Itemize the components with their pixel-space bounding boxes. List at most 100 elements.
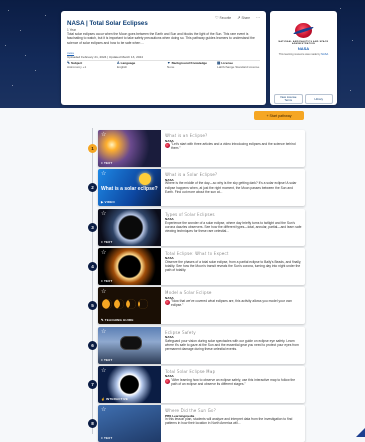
more-icon: ··· xyxy=(256,15,260,20)
step-title[interactable]: Model a Solar Eclipse xyxy=(165,290,212,295)
star-favorite-icon[interactable]: ☆ xyxy=(101,289,106,295)
eclipse-map-image: ☆ ☝ INTERACTIVE xyxy=(98,365,161,403)
meta-subject: ✎ Subject Astronomy +1 xyxy=(67,61,87,69)
pathway-description: Total solar eclipses occur when the Moon… xyxy=(67,32,255,45)
step-number-badge: 4 xyxy=(88,261,97,271)
pathway-step-card[interactable]: ☆ ≡ TEXT Total Eclipse: What to Expect NASA O… xyxy=(98,247,305,285)
content-type-label: ☝ INTERACTIVE xyxy=(101,397,128,401)
content-type-text: TEXT xyxy=(103,357,113,362)
card-actions: ♡ Favorite ↗ Share ··· xyxy=(215,15,260,20)
thumbnail-caption: What is a solar eclipse? xyxy=(101,186,158,193)
share-icon: ↗ xyxy=(237,15,241,20)
pathway-step-card[interactable]: ☆ ≡ TEXT What is an Eclipse? NASA "Let's star… xyxy=(98,130,305,167)
content-type-icon: ≡ xyxy=(101,161,103,165)
star-decoration xyxy=(20,30,21,31)
star-favorite-icon[interactable]: ☆ xyxy=(101,407,106,413)
pathway-step-card[interactable]: ☆ ✎ TEACHING GUIDE Model a Solar Eclipse NAS… xyxy=(98,287,305,325)
content-type-text: TEXT xyxy=(103,161,113,165)
star-decoration xyxy=(350,90,351,91)
step-description: Where is the middle of the day—so why is… xyxy=(165,181,297,194)
content-type-icon: ≡ xyxy=(101,278,103,283)
avatar xyxy=(165,300,170,306)
step-number-badge: 2 xyxy=(88,183,97,193)
content-type-label: ≡ TEXT xyxy=(101,240,112,244)
library-button[interactable]: Library xyxy=(304,94,333,104)
step-title[interactable]: Where Did the Sun Go? xyxy=(165,408,216,413)
content-type-icon: ≡ xyxy=(101,357,103,362)
star-decoration xyxy=(35,70,36,71)
page-title: NASA | Total Solar Eclipses xyxy=(67,20,148,27)
solar-corona-image: ☆ ≡ TEXT xyxy=(98,130,161,167)
step-description: "Let's start with three articles and a v… xyxy=(171,142,296,151)
step-title[interactable]: What is a Solar Eclipse? xyxy=(165,172,217,177)
step-number-badge: 7 xyxy=(88,379,97,389)
meta-background-knowledge: ▼ Background Knowledge None xyxy=(167,61,207,69)
content-type-label: ✎ TEACHING GUIDE xyxy=(101,318,134,322)
star-decoration xyxy=(352,40,353,41)
view-license-button[interactable]: View License Terms xyxy=(274,94,303,104)
star-favorite-icon[interactable]: ☆ xyxy=(101,171,106,177)
star-favorite-icon[interactable]: ☆ xyxy=(101,368,106,374)
star-decoration xyxy=(25,55,26,56)
step-number-badge: 8 xyxy=(88,419,97,429)
star-decoration xyxy=(8,10,9,11)
pathway-info-card: ♡ Favorite ↗ Share ··· NASA | Total Solar … xyxy=(61,11,266,105)
eclipse-phase-icon xyxy=(126,299,136,310)
star-decoration xyxy=(45,15,46,16)
org-card-buttons: View License Terms Library xyxy=(274,94,333,104)
avatar xyxy=(165,378,170,384)
eclipse-glasses-image: ☆ ≡ TEXT xyxy=(98,326,161,364)
content-type-text: TEXT xyxy=(103,239,113,244)
content-type-text: INTERACTIVE xyxy=(105,396,129,401)
share-button[interactable]: ↗ Share xyxy=(237,15,250,20)
pathway-step-card[interactable]: ☆ ≡ TEXT Where Did the Sun Go? PBS Learningm… xyxy=(98,405,305,442)
step-description: In this lesson plan, students will analy… xyxy=(165,417,293,426)
pathway-step-card[interactable]: ☆ ≡ TEXT Eclipse Safety NASA Safeguard your v… xyxy=(98,326,305,364)
more-options-button[interactable]: ··· xyxy=(256,15,260,20)
made-by-text: This learning resource was made by NASA xyxy=(278,53,329,56)
step-title[interactable]: Total Eclipse: What to Expect xyxy=(165,251,229,256)
content-type-icon: ☝ xyxy=(101,396,105,401)
star-decoration xyxy=(12,85,13,86)
what-is-a-solar-eclipse-video: What is a solar eclipse? ☆ ▶ VIDEO xyxy=(98,169,161,207)
content-type-text: TEXT xyxy=(103,278,113,283)
star-favorite-icon[interactable]: ☆ xyxy=(101,132,106,138)
content-type-icon: ▶ xyxy=(101,200,104,205)
pathway-step-card[interactable]: What is a solar eclipse? ☆ ▶ VIDEO What is a… xyxy=(98,169,305,207)
step-title[interactable]: What is an Eclipse? xyxy=(165,133,207,138)
star-decoration xyxy=(340,8,341,9)
step-number-badge: 3 xyxy=(88,222,97,232)
star-favorite-icon[interactable]: ☆ xyxy=(101,211,106,217)
favorite-button[interactable]: ♡ Favorite xyxy=(215,15,231,20)
pathway-step-card[interactable]: ☆ ☝ INTERACTIVE Total Solar Eclipse Map NASA… xyxy=(98,365,305,403)
start-pathway-button[interactable]: + Start pathway xyxy=(254,111,304,120)
eclipse-phases-image: ☆ ✎ TEACHING GUIDE xyxy=(98,287,161,325)
corner-decoration xyxy=(356,428,365,437)
step-title[interactable]: Total Solar Eclipse Map xyxy=(165,369,215,374)
org-name-link[interactable]: NASA xyxy=(270,46,337,51)
eclipse-phase-icon xyxy=(102,299,112,310)
meta-language: A Language English xyxy=(117,61,136,69)
content-type-icon: ✎ xyxy=(101,318,104,323)
total-eclipse-image: ☆ ≡ TEXT xyxy=(98,247,161,285)
sun-data-image: ☆ ≡ TEXT xyxy=(98,405,161,442)
step-number-badge: 5 xyxy=(88,301,97,311)
star-favorite-icon[interactable]: ☆ xyxy=(101,250,106,256)
heart-icon: ♡ xyxy=(215,15,219,20)
nasa-logo-icon xyxy=(293,23,314,38)
star-favorite-icon[interactable]: ☆ xyxy=(101,329,106,335)
content-type-text: TEACHING GUIDE xyxy=(104,318,134,323)
eclipse-phase-icon xyxy=(114,299,124,310)
content-type-text: VIDEO xyxy=(104,200,115,205)
made-by-link[interactable]: NASA xyxy=(321,53,328,56)
step-title[interactable]: Eclipse Safety xyxy=(165,330,196,335)
pathway-step-card[interactable]: ☆ ≡ TEXT Types of Solar Eclipses NASA Experie… xyxy=(98,208,305,246)
step-description: Safeguard your vision during solar spect… xyxy=(165,338,299,352)
eclipse-glasses-icon xyxy=(120,335,142,350)
eclipse-ring-image: ☆ ≡ TEXT xyxy=(98,208,161,246)
step-title[interactable]: Types of Solar Eclipses xyxy=(165,212,215,217)
meta-license: ▤ License LabXchange Standard License xyxy=(217,61,260,69)
sun-icon xyxy=(139,173,151,186)
step-description: Observe the phases of a total solar ecli… xyxy=(165,259,302,273)
org-caption: NATIONAL AERONAUTICS AND SPACE ADMINISTR… xyxy=(278,41,329,45)
